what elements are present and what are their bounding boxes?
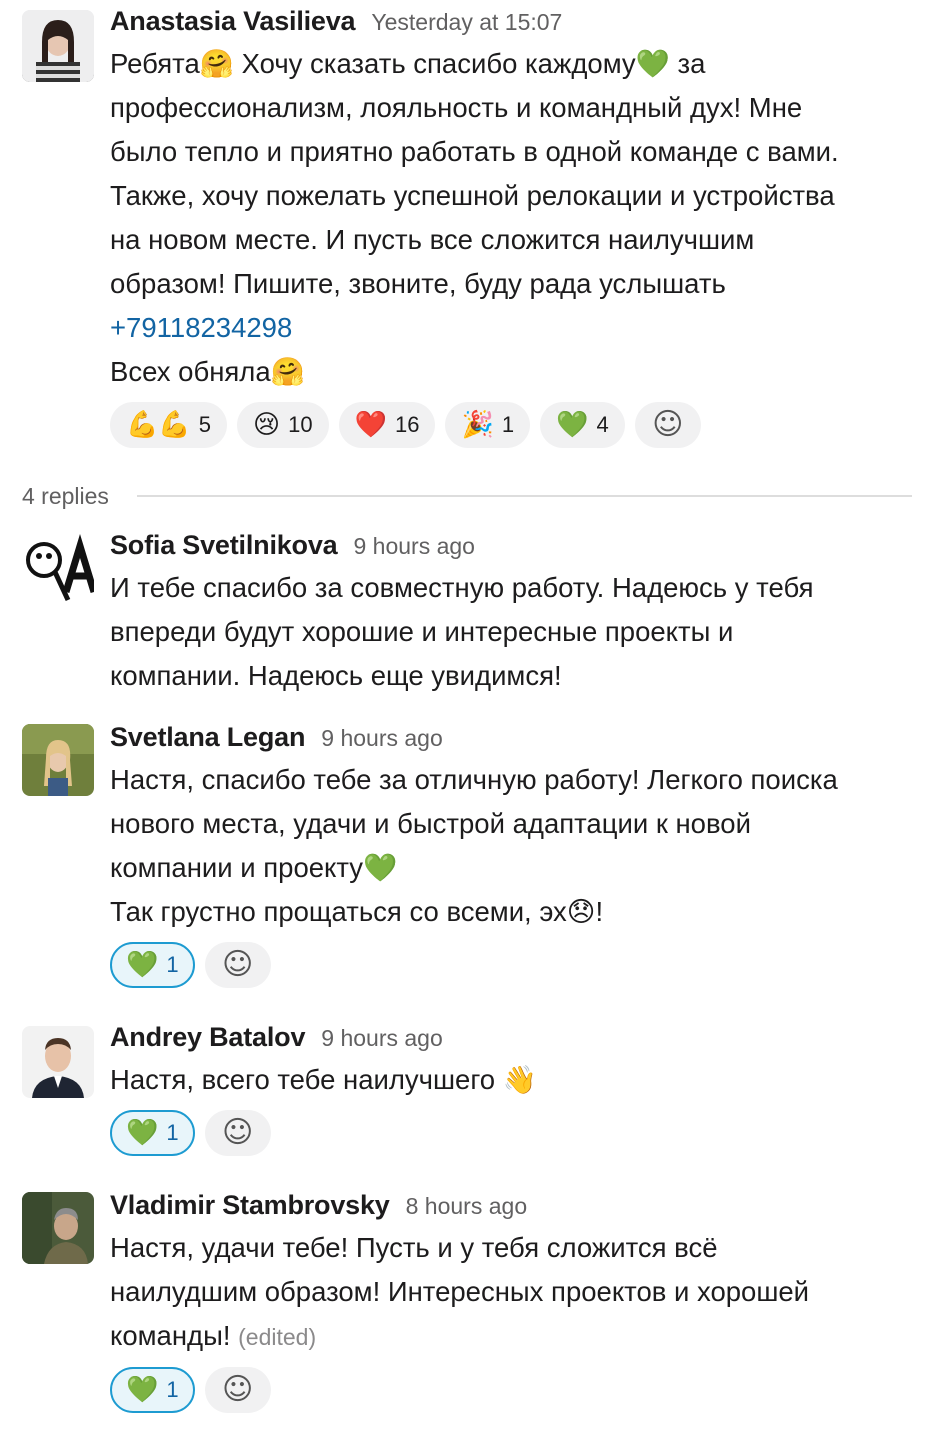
reaction-muscle[interactable]: 💪💪 5 (110, 402, 227, 448)
timestamp[interactable]: 9 hours ago (353, 533, 474, 560)
message-line: Ребята🤗 Хочу сказать спасибо каждому💚 за (110, 48, 706, 79)
message-line: наилудшим образом! Интересных проектов и… (110, 1276, 810, 1307)
message-line: Также, хочу пожелать успешной релокации … (110, 180, 835, 211)
add-reaction-button[interactable]: ☺ (634, 402, 701, 448)
message-line: образом! Пишите, звоните, буду рада услы… (110, 268, 726, 299)
message-text: Настя, спасибо тебе за отличную работу! … (110, 758, 912, 934)
replies-count: 4 replies (22, 482, 109, 509)
reaction-count: 1 (166, 1377, 179, 1402)
avatar[interactable] (22, 724, 94, 796)
reaction-count: 1 (166, 1120, 179, 1145)
add-reaction-icon: ☺ (221, 947, 254, 982)
edited-label: (edited) (238, 1324, 317, 1350)
reaction-count: 1 (501, 412, 515, 437)
reaction-party[interactable]: 🎉 1 (445, 402, 531, 448)
reaction-heart[interactable]: ❤️ 16 (338, 402, 436, 448)
author-name[interactable]: Svetlana Legan (110, 722, 305, 753)
reaction-count: 16 (394, 412, 420, 437)
muscle-emoji-icon: 💪💪 (126, 410, 191, 440)
avatar[interactable] (22, 1026, 94, 1098)
message-line: нового места, удачи и быстрой адаптации … (110, 808, 751, 839)
author-name[interactable]: Andrey Batalov (110, 1022, 305, 1053)
green-heart-icon: 💚 (126, 1118, 159, 1148)
message-line: И тебе спасибо за совместную работу. Над… (110, 572, 814, 603)
divider-line (136, 495, 912, 497)
green-heart-icon: 💚 (556, 410, 589, 440)
reaction-count: 1 (166, 952, 179, 977)
message-line: на новом месте. И пусть все сложится наи… (110, 224, 755, 255)
message-line: компании и проекту💚 (110, 852, 398, 883)
phone-link[interactable]: +79118234298 (110, 312, 292, 343)
avatar[interactable] (22, 10, 94, 82)
author-name[interactable]: Sofia Svetilnikova (110, 530, 338, 561)
reactions-bar: 💪💪 5 😢 10 ❤️ 16 🎉 1 💚 4 ☺ (110, 402, 912, 450)
green-heart-icon: 💚 (126, 950, 159, 980)
message-line: было тепло и приятно работать в одной ко… (110, 136, 839, 167)
crying-face-icon: 😢 (253, 410, 281, 440)
message-line: команды! (110, 1320, 231, 1351)
message-text: И тебе спасибо за совместную работу. Над… (110, 566, 912, 698)
message-text: Настя, всего тебе наилучшего 👋 (110, 1058, 912, 1102)
reaction-crying[interactable]: 😢 10 (237, 402, 329, 448)
message-line: впереди будут хорошие и интересные проек… (110, 616, 734, 647)
message-line: профессионализм, лояльность и командный … (110, 92, 803, 123)
add-reaction-icon: ☺ (221, 1372, 254, 1407)
message-line: Настя, всего тебе наилучшего 👋 (110, 1064, 537, 1095)
add-reaction-icon: ☺ (221, 1115, 254, 1150)
reaction-count: 10 (288, 412, 313, 437)
message-text: Ребята🤗 Хочу сказать спасибо каждому💚 за… (110, 42, 912, 394)
add-reaction-button[interactable]: ☺ (204, 942, 271, 988)
reactions-bar: 💚 1 ☺ (110, 1367, 912, 1415)
timestamp[interactable]: 8 hours ago (406, 1193, 527, 1220)
author-name[interactable]: Vladimir Stambrovsky (110, 1190, 390, 1221)
message-text: Настя, удачи тебе! Пусть и у тебя сложит… (110, 1226, 912, 1359)
reaction-green-heart[interactable]: 💚 4 (540, 402, 625, 448)
reaction-count: 4 (596, 412, 609, 437)
reaction-green-heart[interactable]: 💚 1 (110, 1367, 195, 1413)
reactions-bar: 💚 1 ☺ (110, 1110, 912, 1158)
message-line: компании. Надеюсь еще увидимся! (110, 660, 562, 691)
avatar[interactable] (22, 534, 94, 606)
timestamp[interactable]: 9 hours ago (321, 1025, 442, 1052)
reaction-count: 5 (198, 412, 211, 437)
party-popper-icon: 🎉 (461, 410, 494, 440)
timestamp[interactable]: Yesterday at 15:07 (371, 9, 562, 36)
replies-divider: 4 replies (22, 476, 912, 516)
message-line: Настя, спасибо тебе за отличную работу! … (110, 764, 838, 795)
add-reaction-button[interactable]: ☺ (204, 1367, 271, 1413)
message-line: Всех обняла🤗 (110, 356, 305, 387)
reactions-bar: 💚 1 ☺ (110, 942, 912, 990)
add-reaction-icon: ☺ (652, 407, 684, 442)
message-line: Настя, удачи тебе! Пусть и у тебя сложит… (110, 1232, 718, 1263)
avatar[interactable] (22, 1192, 94, 1264)
message-line: Так грустно прощаться со всеми, эх😞! (110, 896, 604, 927)
green-heart-icon: 💚 (126, 1375, 159, 1405)
author-name[interactable]: Anastasia Vasilieva (110, 6, 356, 37)
red-heart-icon: ❤️ (354, 410, 387, 440)
timestamp[interactable]: 9 hours ago (321, 725, 442, 752)
reaction-green-heart[interactable]: 💚 1 (110, 1110, 195, 1156)
reaction-green-heart[interactable]: 💚 1 (110, 942, 195, 988)
add-reaction-button[interactable]: ☺ (204, 1110, 271, 1156)
